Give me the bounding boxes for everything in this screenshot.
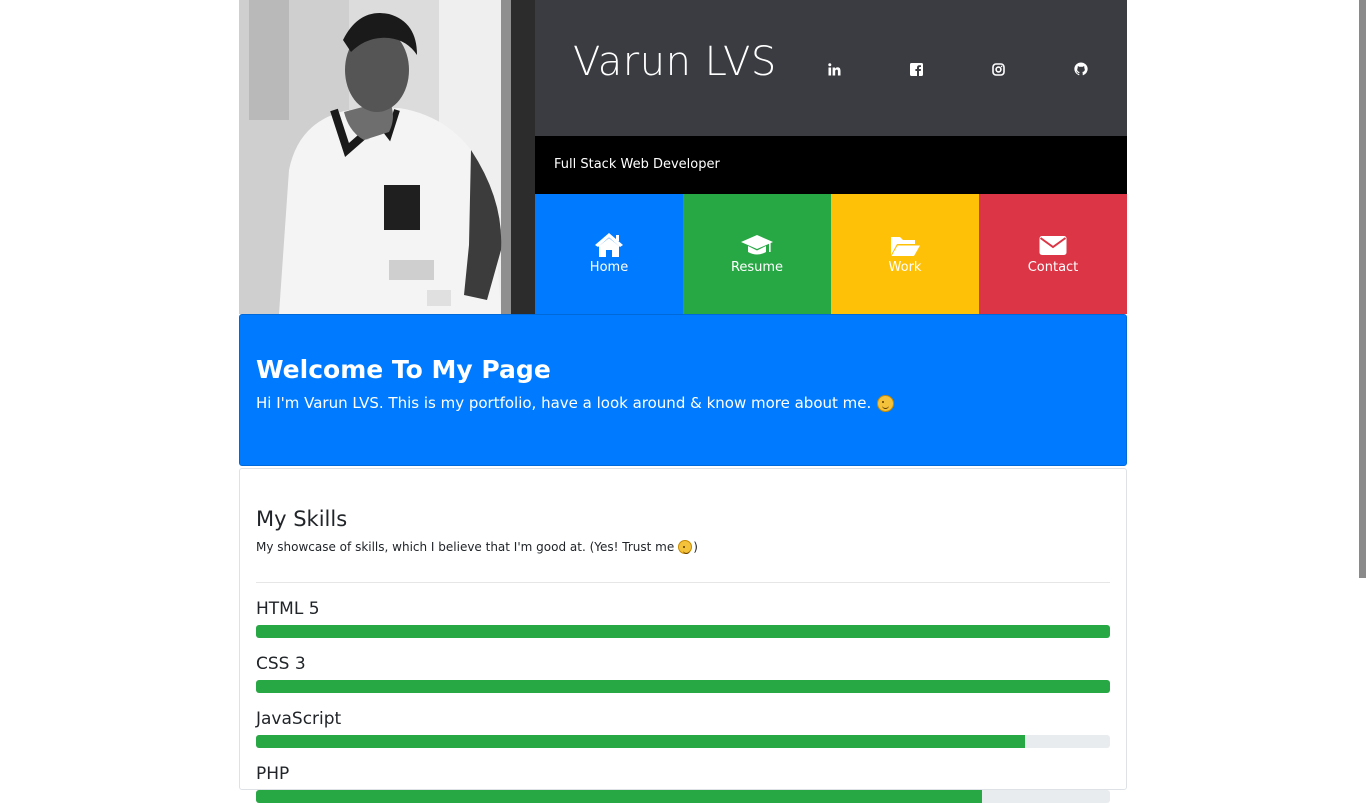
skill-progress-fill bbox=[256, 625, 1110, 638]
title-bar: Varun LVS bbox=[535, 0, 1127, 136]
welcome-text: Hi I'm Varun LVS. This is my portfolio, … bbox=[256, 394, 895, 412]
nav-work[interactable]: Work bbox=[831, 194, 979, 314]
page-scrollbar[interactable] bbox=[1359, 0, 1366, 578]
job-title: Full Stack Web Developer bbox=[554, 157, 720, 172]
subtitle-bar: Full Stack Web Developer bbox=[535, 136, 1127, 194]
linkedin-link[interactable] bbox=[823, 58, 845, 80]
instagram-link[interactable] bbox=[987, 58, 1009, 80]
profile-photo bbox=[239, 0, 535, 314]
envelope-icon bbox=[1039, 236, 1067, 255]
skill-name: CSS 3 bbox=[256, 654, 306, 674]
site-title: Varun LVS bbox=[573, 39, 777, 85]
github-icon bbox=[1074, 62, 1088, 76]
linkedin-icon bbox=[827, 62, 840, 75]
facebook-link[interactable] bbox=[905, 58, 927, 80]
winking-face-icon bbox=[877, 394, 895, 412]
nav-home[interactable]: Home bbox=[535, 194, 683, 314]
skills-title: My Skills bbox=[256, 507, 348, 531]
skill-progress-fill bbox=[256, 735, 1025, 748]
skills-description-close: ) bbox=[693, 540, 698, 554]
nav-contact[interactable]: Contact bbox=[979, 194, 1127, 314]
page-container: Varun LVS Full Stack Web Developer Home … bbox=[239, 0, 1127, 803]
skill-item: CSS 3 bbox=[256, 654, 1110, 693]
skill-name: PHP bbox=[256, 764, 290, 784]
skill-item: PHP bbox=[256, 764, 1110, 803]
skill-progress-track bbox=[256, 680, 1110, 693]
github-link[interactable] bbox=[1070, 58, 1092, 80]
graduation-cap-icon bbox=[741, 235, 773, 255]
instagram-icon bbox=[991, 62, 1005, 76]
welcome-title: Welcome To My Page bbox=[256, 355, 551, 384]
skills-panel: My Skills My showcase of skills, which I… bbox=[239, 468, 1127, 803]
nav-contact-label: Contact bbox=[1027, 260, 1079, 275]
nav-work-label: Work bbox=[888, 260, 922, 275]
skill-progress-track bbox=[256, 625, 1110, 638]
skill-name: HTML 5 bbox=[256, 599, 320, 619]
welcome-panel: Welcome To My Page Hi I'm Varun LVS. Thi… bbox=[239, 314, 1127, 466]
skill-name: JavaScript bbox=[256, 709, 342, 729]
skill-item: JavaScript bbox=[256, 709, 1110, 748]
folder-open-icon bbox=[891, 237, 920, 256]
home-icon bbox=[595, 233, 623, 257]
smiling-face-icon bbox=[678, 540, 693, 554]
skill-item: HTML 5 bbox=[256, 599, 1110, 638]
header: Varun LVS Full Stack Web Developer Home … bbox=[239, 0, 1127, 314]
nav-resume-label: Resume bbox=[730, 260, 784, 275]
skill-progress-fill bbox=[256, 790, 982, 803]
main-nav: Home Resume Work Contact bbox=[535, 194, 1127, 314]
skill-progress-track bbox=[256, 790, 1110, 803]
nav-resume[interactable]: Resume bbox=[683, 194, 831, 314]
skills-description-text: My showcase of skills, which I believe t… bbox=[256, 540, 675, 554]
nav-home-label: Home bbox=[589, 260, 629, 275]
skills-description: My showcase of skills, which I believe t… bbox=[256, 540, 698, 554]
welcome-text-content: Hi I'm Varun LVS. This is my portfolio, … bbox=[256, 394, 872, 412]
facebook-icon bbox=[909, 62, 923, 76]
divider bbox=[256, 582, 1110, 583]
skill-progress-track bbox=[256, 735, 1110, 748]
profile-photo-image bbox=[239, 0, 535, 314]
skill-progress-fill bbox=[256, 680, 1110, 693]
